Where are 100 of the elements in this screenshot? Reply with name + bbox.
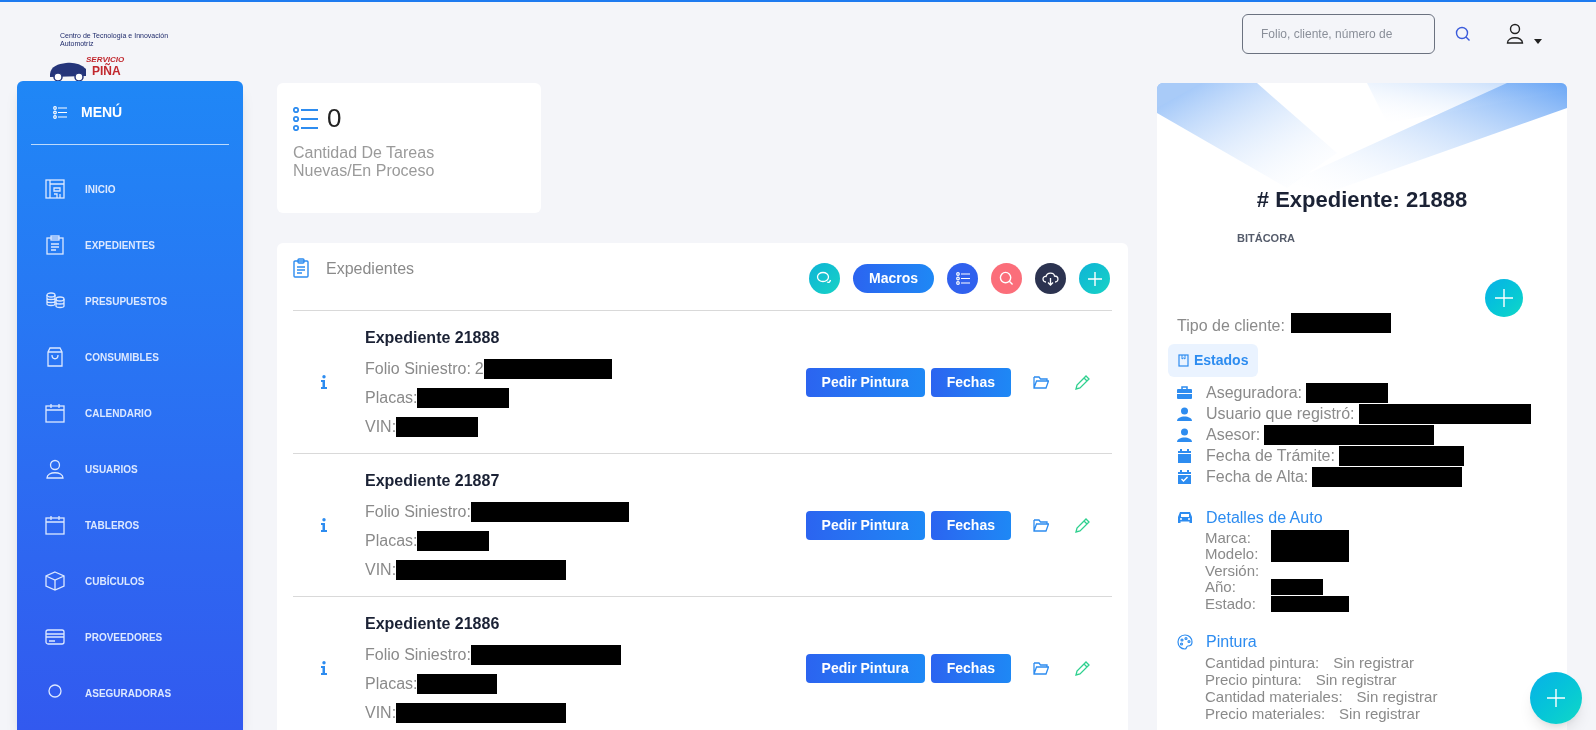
field-label: Estado: (1205, 595, 1257, 612)
calendar-check-icon (1177, 470, 1192, 484)
field-label: Folio Siniestro: (365, 358, 471, 379)
list-icon (293, 106, 319, 131)
list-button[interactable] (947, 263, 978, 294)
field-label: Cantidad pintura: (1205, 654, 1320, 671)
bookmark-icon (1178, 353, 1189, 367)
field-value: Sin registrar (1356, 688, 1438, 705)
field-label: VIN: (365, 559, 397, 580)
field-label: Placas: (365, 673, 418, 694)
bag-icon (45, 347, 65, 367)
info-icon[interactable] (321, 661, 327, 675)
field-label: VIN: (365, 416, 397, 437)
field-label: Cantidad materiales: (1205, 688, 1343, 705)
search-field[interactable]: Folio, cliente, número de (1242, 14, 1435, 54)
field-label: Aseguradora: (1206, 383, 1303, 403)
search-icon (999, 271, 1014, 286)
sidebar-item[interactable]: CONSUMIBLES (17, 329, 243, 385)
folder-icon[interactable] (1033, 661, 1049, 675)
folder-icon[interactable] (1033, 518, 1049, 532)
sidebar-item[interactable]: USUARIOS (17, 441, 243, 497)
search-icon[interactable] (1455, 26, 1471, 42)
field-label: Fecha de Alta: (1206, 467, 1309, 487)
paint-request-button[interactable]: Pedir Pintura (805, 510, 925, 540)
field-label: Tipo de cliente: (1177, 316, 1285, 336)
field-label: Folio Siniestro: (365, 644, 471, 665)
layout-icon (45, 179, 65, 199)
field-label: Precio pintura: (1205, 671, 1302, 688)
calendar-icon (45, 515, 65, 535)
add-button[interactable] (1485, 278, 1523, 317)
field-label: Versión: (1205, 562, 1261, 579)
section-label: BITÁCORA (1237, 231, 1297, 246)
sidebar-item[interactable]: PROVEEDORES (17, 609, 243, 665)
field-label: Modelo: (1205, 546, 1260, 563)
plus-icon (1547, 689, 1565, 707)
cloud-download-icon (1042, 271, 1059, 286)
calendar-icon (45, 403, 65, 423)
tab[interactable]: Estados (1168, 343, 1259, 377)
palette-icon (1177, 634, 1193, 650)
sidebar-item[interactable]: CALENDARIO (17, 385, 243, 441)
pencil-icon[interactable] (1075, 517, 1090, 533)
download-button[interactable] (1035, 263, 1066, 294)
paint-request-button[interactable]: Pedir Pintura (805, 653, 925, 683)
field-label: Asesor: (1206, 425, 1261, 445)
sidebar-item[interactable]: PRESUPUESTOS (17, 273, 243, 329)
card-icon (45, 627, 65, 647)
record-title: Expediente 21888 (365, 327, 501, 348)
record-title: Expediente 21887 (365, 470, 501, 491)
list-icon (53, 106, 67, 119)
macros-button[interactable]: Macros (852, 264, 934, 293)
sidebar-item[interactable]: EXPEDIENTES (17, 217, 243, 273)
field-label: Año: (1205, 579, 1237, 596)
sidebar-item[interactable]: ASEGURADORAS (17, 665, 243, 721)
field-value: 2 (474, 358, 484, 379)
folder-icon[interactable] (1033, 375, 1049, 389)
field-label: Fecha de Trámite: (1206, 446, 1335, 466)
calendar-icon (1177, 449, 1192, 463)
caret-icon[interactable] (1534, 38, 1542, 44)
field-label: Usuario que registró: (1206, 404, 1355, 424)
section-title: Pintura (1206, 632, 1257, 652)
dates-button[interactable]: Fechas (930, 510, 1011, 540)
car-icon (1177, 511, 1193, 524)
stat-label: Cantidad De Tareas Nuevas/En Proceso (293, 144, 436, 180)
info-icon[interactable] (321, 518, 327, 532)
chat-button[interactable] (808, 263, 840, 294)
field-value: Sin registrar (1333, 654, 1415, 671)
dates-button[interactable]: Fechas (930, 367, 1011, 397)
briefcase-icon (1177, 386, 1192, 400)
cube-icon (45, 571, 65, 591)
card-title: Expedientes (326, 259, 415, 279)
add-button[interactable] (1079, 263, 1110, 294)
coins-icon (45, 291, 65, 311)
field-label: Precio materiales: (1205, 705, 1326, 722)
sidebar-item[interactable]: CUBÍCULOS (17, 553, 243, 609)
user-icon (1177, 407, 1192, 421)
sidebar-item[interactable]: TABLEROS (17, 497, 243, 553)
menu-title: MENÚ (81, 102, 123, 122)
paint-request-button[interactable]: Pedir Pintura (805, 367, 925, 397)
info-icon[interactable] (321, 375, 327, 389)
field-label: Marca: (1205, 529, 1252, 546)
pencil-icon[interactable] (1075, 660, 1090, 676)
user-icon[interactable] (1506, 23, 1524, 45)
search-button[interactable] (991, 263, 1022, 294)
stat-value: 0 (327, 102, 342, 135)
sidebar-item[interactable]: INICIO (17, 161, 243, 217)
user-icon (45, 459, 65, 479)
field-label: Placas: (365, 387, 418, 408)
list-icon (955, 272, 970, 285)
field-label: Folio Siniestro: (365, 501, 471, 522)
field-label: VIN: (365, 702, 397, 723)
field-label: Placas: (365, 530, 418, 551)
field-value: Sin registrar (1339, 705, 1420, 722)
field-value: Sin registrar (1315, 671, 1397, 688)
detail-title: # Expediente: 21888 (1255, 186, 1469, 214)
dates-button[interactable]: Fechas (930, 653, 1011, 683)
pencil-icon[interactable] (1075, 374, 1090, 390)
plus-icon (1087, 271, 1102, 286)
clipboard-icon (293, 258, 309, 278)
chat-icon (816, 271, 833, 286)
section-title: Detalles de Auto (1206, 507, 1323, 528)
